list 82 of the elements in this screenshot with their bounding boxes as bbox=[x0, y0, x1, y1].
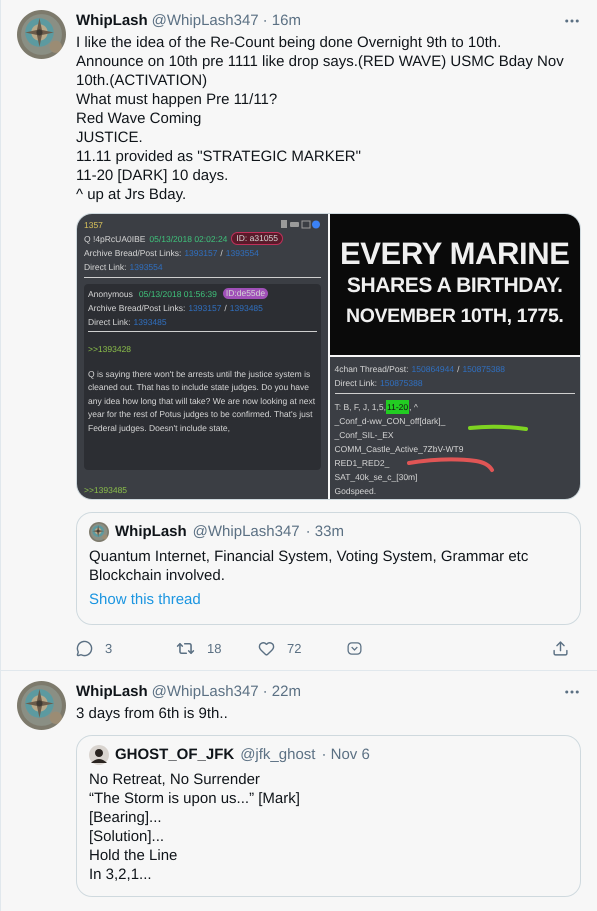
like-count: 72 bbox=[287, 640, 302, 658]
retweet-count: 18 bbox=[207, 640, 222, 658]
post-date: 05/13/2018 02:02:24 bbox=[149, 232, 228, 246]
post-link[interactable]: 1393157 bbox=[188, 300, 222, 314]
tweet-time: · 33m bbox=[306, 522, 344, 542]
highlighted-text: 11-20 bbox=[386, 400, 410, 414]
like-icon[interactable] bbox=[258, 640, 275, 657]
tweet-text: What must happen Pre 11/11? bbox=[76, 90, 278, 108]
quote-text: [Solution]... bbox=[89, 827, 166, 846]
quote-text: In 3,2,1... bbox=[89, 865, 153, 884]
tweet-time: · 22m bbox=[262, 682, 301, 702]
author-name[interactable]: WhipLash bbox=[76, 10, 148, 32]
link-separator: / bbox=[457, 362, 460, 376]
underline-scribble-drawing bbox=[466, 424, 528, 432]
author-handle: @WhipLash347 bbox=[152, 11, 259, 31]
post-link[interactable]: 150864944 bbox=[412, 362, 454, 376]
post-number: 1357 bbox=[84, 218, 103, 232]
banner-text: SHARES A BIRTHDAY. bbox=[346, 273, 563, 299]
tweet-text: JUSTICE. bbox=[76, 128, 144, 146]
post-author: Q !4pRcUA0IBE bbox=[84, 232, 146, 246]
post-text: Q is saying there won't be arrests until the justice system is cleaned out. That has to include state judges. Do you have any idea how long that will take? We are now looking at next year for the rest of Potus judges to be confirmed. That's just Federal judges. Doesn't include state, bbox=[88, 368, 316, 435]
bookmark-icon[interactable] bbox=[346, 640, 363, 657]
tweet-text: ^ up at Jrs Bday. bbox=[76, 184, 188, 204]
links-label: Direct Link: bbox=[84, 260, 127, 274]
post-link[interactable]: 1393157 bbox=[184, 246, 218, 260]
post-line: COMM_Castle_Active_7ZbV-WT9 bbox=[334, 442, 464, 456]
post-link[interactable]: 1393554 bbox=[130, 260, 163, 274]
tweet-time: · Nov 6 bbox=[321, 744, 370, 764]
links-label: Archive Bread/Post Links: bbox=[88, 302, 186, 314]
post-link[interactable]: 1393554 bbox=[226, 246, 259, 260]
post-line: SAT_40k_se_c_[30m] bbox=[334, 470, 418, 484]
link-separator: / bbox=[224, 302, 227, 314]
tweet-text: Red Wave Coming bbox=[76, 108, 202, 128]
tweet-time: · 16m bbox=[262, 11, 301, 31]
reply-count: 3 bbox=[105, 640, 112, 658]
quote-text: Blockchain involved. bbox=[89, 566, 226, 585]
banner-text: NOVEMBER 10TH, 1775. bbox=[346, 304, 564, 329]
author-name[interactable]: GHOST_OF_JFK bbox=[115, 744, 234, 766]
quote-reference[interactable]: >>1393485 bbox=[84, 482, 320, 496]
id-badge: ID: a31055 bbox=[231, 232, 284, 245]
links-label: Archive Bread/Post Links: bbox=[84, 246, 182, 260]
author-name[interactable]: WhipLash bbox=[115, 520, 187, 543]
quote-text: [Bearing]... bbox=[89, 808, 163, 827]
author-handle: @jfk_ghost bbox=[240, 744, 316, 764]
quoted-tweet[interactable]: GHOST_OF_JFK @jfk_ghost · Nov 6 No Retreat, No Surrender “The Storm is upon us...” [Mark] [Bearing]... [Solution]... Hold the Line In 3,2,1... bbox=[76, 734, 581, 897]
show-thread-link[interactable]: Show this thread bbox=[89, 589, 201, 612]
links-label: 4chan Thread/Post: bbox=[334, 362, 409, 376]
post-line: , ^ bbox=[409, 400, 418, 414]
post-link[interactable]: 150875388 bbox=[462, 362, 505, 376]
post-link[interactable]: 150875388 bbox=[380, 376, 423, 390]
avatar-icon bbox=[89, 744, 109, 765]
quoted-tweet[interactable]: WhipLash @WhipLash347 · 33m Quantum Internet, Financial System, Voting System, Grammar etc Blockchain involved. Show this thread bbox=[76, 512, 581, 624]
link-separator: / bbox=[220, 246, 223, 260]
post-date: 05/13/2018 01:56:39 bbox=[138, 288, 217, 300]
tweet-text: Announce on 10th pre 1111 like drop says.(RED WAVE) USMC Bday Nov 10th.(ACTIVATION) bbox=[76, 52, 565, 90]
id-badge: ID:de55de bbox=[222, 288, 268, 299]
author-handle: @WhipLash347 bbox=[152, 682, 259, 702]
post-author: Anonymous bbox=[88, 288, 133, 300]
author-handle: @WhipLash347 bbox=[192, 522, 300, 542]
quote-text: Hold the Line bbox=[89, 846, 178, 865]
tweet-text: 3 days from 6th is 9th.. bbox=[76, 704, 229, 722]
post-line: RED1_RED2_ bbox=[334, 456, 390, 470]
author-name[interactable]: WhipLash bbox=[76, 681, 148, 704]
share-icon[interactable] bbox=[552, 640, 569, 657]
quote-text: Quantum Internet, Financial System, Voting System, Grammar etc bbox=[89, 547, 530, 566]
tweet-text: 11.11 provided as "STRATEGIC MARKER" bbox=[76, 146, 362, 166]
quote-text: “The Storm is upon us...” [Mark] bbox=[89, 789, 301, 808]
post-line: _Conf_SIL-_EX bbox=[334, 428, 394, 442]
reply-icon[interactable] bbox=[76, 640, 93, 657]
links-label: Direct Link: bbox=[334, 376, 378, 390]
post-line: T: B, F, J, 1,5, bbox=[334, 400, 386, 414]
banner-text: EVERY MARINE bbox=[340, 237, 570, 271]
tweet-text: 11-20 [DARK] 10 days. bbox=[76, 166, 230, 184]
post-icons-drawing bbox=[280, 220, 320, 229]
post-line: _Conf_d-ww_CON_off[dark]_ bbox=[334, 414, 446, 428]
post-line: Godspeed. bbox=[334, 484, 376, 498]
post-link[interactable]: 1393485 bbox=[230, 300, 263, 314]
post-link[interactable]: 1393485 bbox=[134, 314, 167, 328]
quote-reference[interactable]: >>1393428 bbox=[88, 342, 316, 356]
quote-text: No Retreat, No Surrender bbox=[89, 770, 261, 789]
links-label: Direct Link: bbox=[88, 316, 131, 328]
tweet-text: I like the idea of the Re-Count being done Overnight 9th to 10th. bbox=[76, 32, 502, 52]
